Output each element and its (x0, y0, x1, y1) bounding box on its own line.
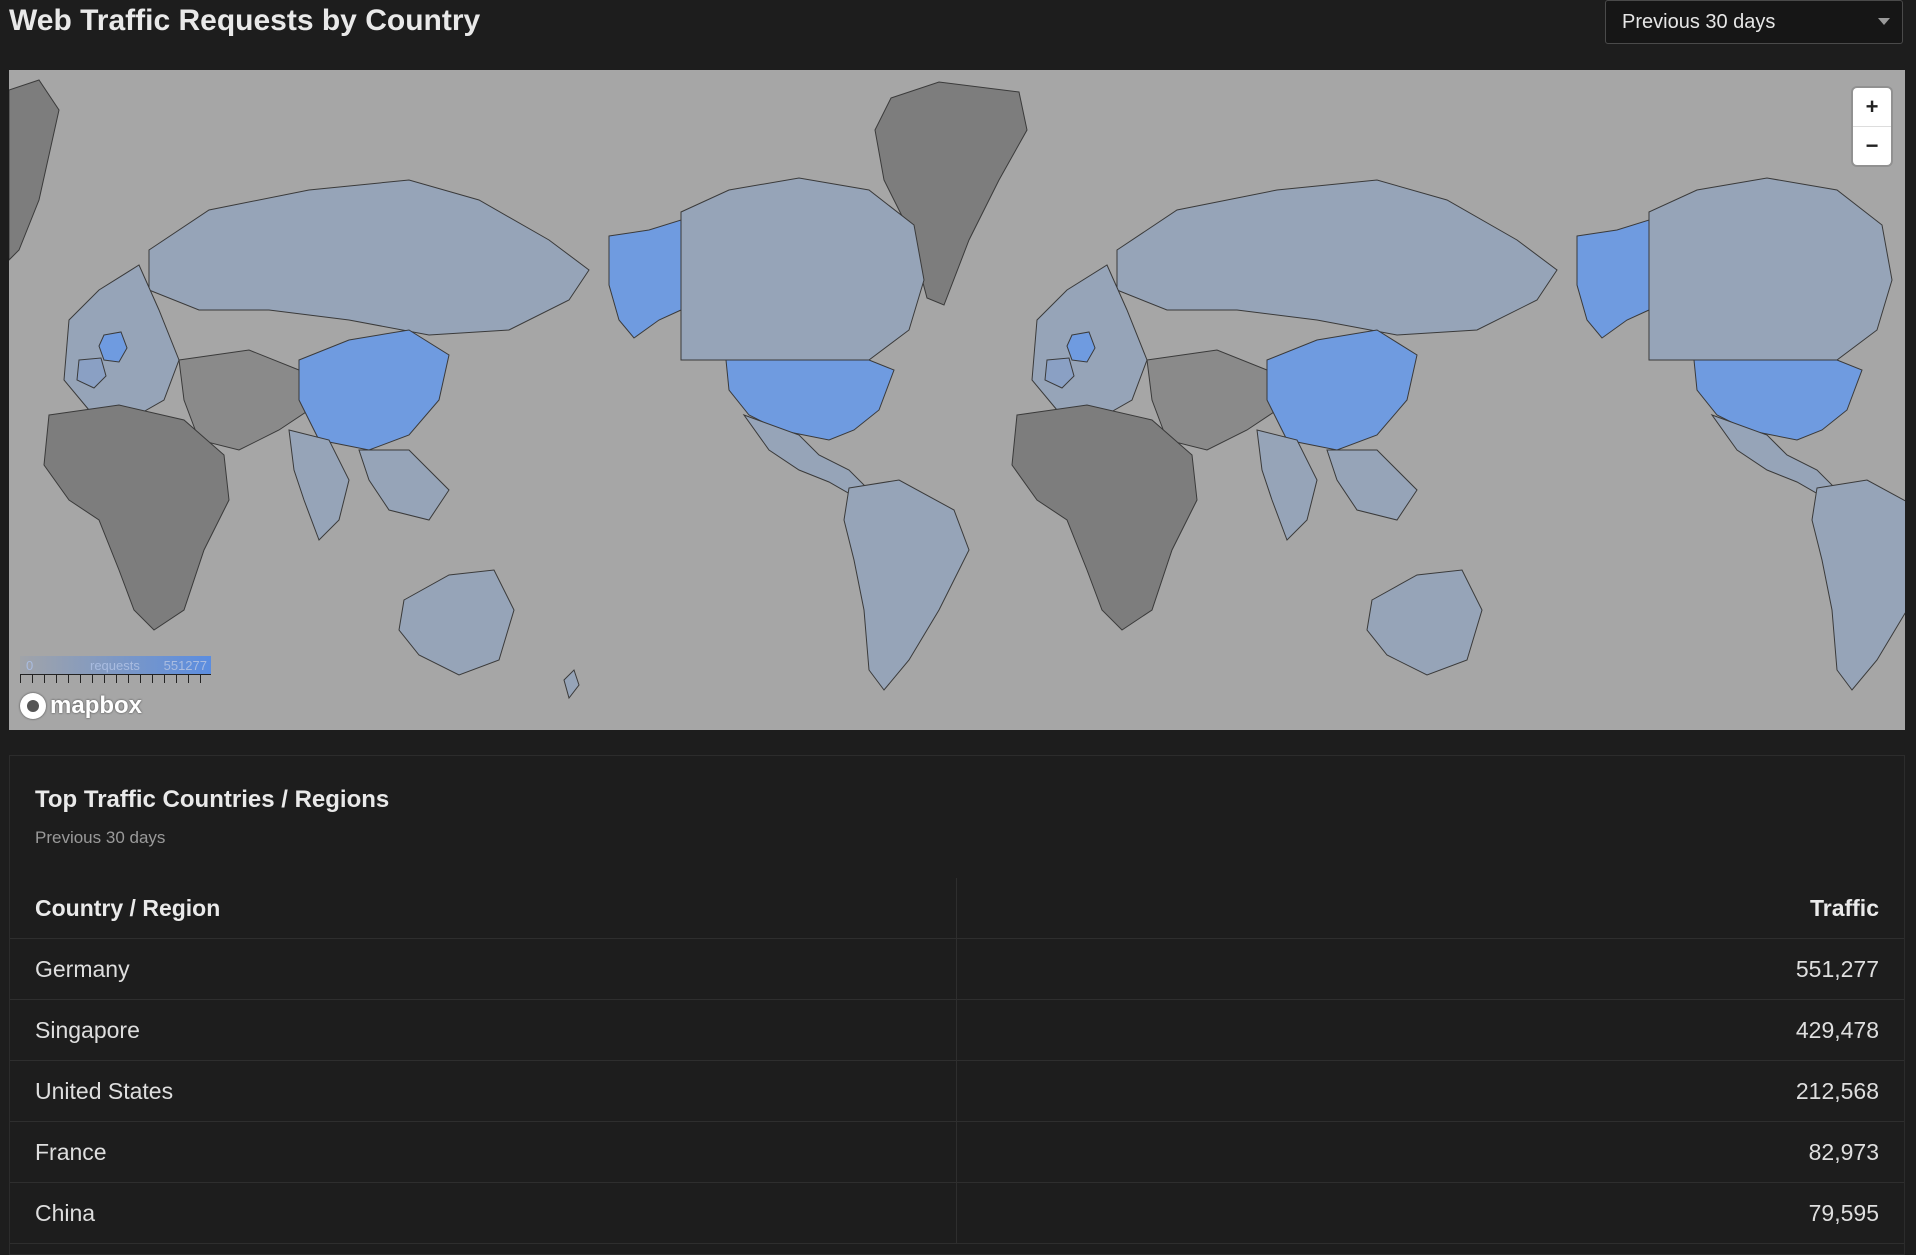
chevron-down-icon (1878, 18, 1890, 25)
traffic-cell: 79,595 (956, 1182, 1904, 1244)
zoom-control: + − (1853, 88, 1891, 165)
table-header-row: Country / Region Traffic (10, 878, 1904, 939)
traffic-cell: 212,568 (956, 1060, 1904, 1122)
date-range-select[interactable]: Previous 30 days (1605, 0, 1903, 44)
land-usa (725, 359, 895, 441)
traffic-cell: 82,973 (956, 1121, 1904, 1183)
country-cell: France (10, 1121, 957, 1183)
date-range-value: Previous 30 days (1622, 10, 1776, 33)
traffic-table: Country / Region Traffic Germany 551,277… (10, 878, 1904, 1244)
zoom-out-button[interactable]: − (1853, 126, 1891, 165)
legend-min-label: 0 (26, 658, 34, 673)
land-russia-east-copy (1116, 179, 1558, 336)
table-row: France 82,973 (10, 1121, 1904, 1183)
land-south-america (843, 479, 970, 691)
country-cell: Germany (10, 938, 957, 1000)
land-usa-east-copy (1693, 359, 1863, 441)
land-australia (398, 569, 515, 676)
country-cell: Singapore (10, 999, 957, 1061)
legend-ticks (20, 674, 211, 683)
map-canvas[interactable] (9, 70, 1905, 730)
land-alaska (608, 219, 682, 339)
land-new-zealand (563, 669, 580, 700)
land-china (298, 329, 450, 451)
table-row: United States 212,568 (10, 1060, 1904, 1122)
traffic-cell: 551,277 (956, 938, 1904, 1000)
mapbox-logo[interactable]: mapbox (20, 692, 142, 720)
country-cell: China (10, 1182, 957, 1244)
traffic-cell: 429,478 (956, 999, 1904, 1061)
land-alaska-east-copy (1576, 219, 1650, 339)
land-russia (148, 179, 590, 336)
column-header-country[interactable]: Country / Region (10, 878, 957, 939)
legend-label: requests (90, 658, 140, 673)
table-row: Germany 551,277 (10, 938, 1904, 1000)
panel-subtitle: Previous 30 days (35, 828, 166, 847)
land-africa-east-copy (1011, 404, 1198, 631)
column-header-traffic[interactable]: Traffic (956, 878, 1904, 939)
land-china-east-copy (1266, 329, 1418, 451)
land-south-america-east-copy (1811, 479, 1905, 691)
land-canada (680, 177, 925, 361)
land-canada-east-copy (1648, 177, 1893, 361)
country-cell: United States (10, 1060, 957, 1122)
zoom-in-button[interactable]: + (1853, 88, 1891, 126)
table-row: China 79,595 (10, 1182, 1904, 1244)
mapbox-icon (20, 693, 46, 719)
panel-title: Top Traffic Countries / Regions (35, 786, 390, 813)
page-title: Web Traffic Requests by Country (9, 4, 481, 37)
table-row: Singapore 429,478 (10, 999, 1904, 1061)
map-copy-west (43, 81, 1028, 700)
top-traffic-panel: Top Traffic Countries / Regions Previous… (9, 755, 1905, 1255)
map-copy-east (1011, 177, 1905, 691)
land-australia-east-copy (1366, 569, 1483, 676)
world-traffic-map[interactable]: + − 0 requests 551277 mapbox (9, 70, 1905, 730)
land-africa (43, 404, 230, 631)
map-legend: 0 requests 551277 (20, 656, 211, 683)
legend-max-label: 551277 (163, 658, 207, 673)
mapbox-wordmark: mapbox (50, 692, 143, 719)
land-west-edge-fragment (9, 79, 60, 261)
